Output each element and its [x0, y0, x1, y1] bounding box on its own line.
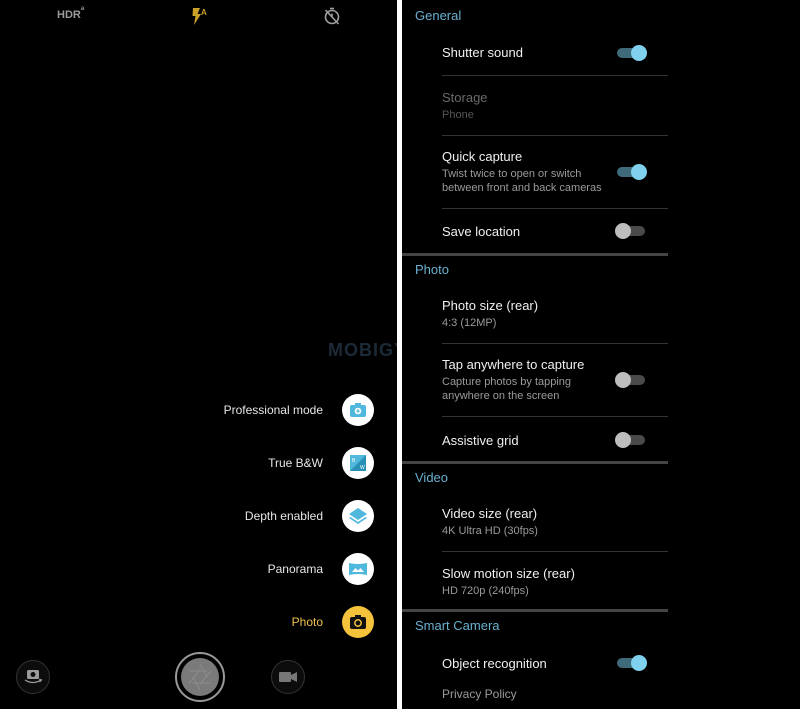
- shutter-button[interactable]: [175, 652, 225, 702]
- flash-toggle[interactable]: A: [190, 6, 210, 25]
- switch-camera-button[interactable]: [16, 660, 50, 694]
- divider: [442, 551, 668, 552]
- panorama-icon: [342, 553, 374, 585]
- svg-text:W: W: [360, 465, 365, 471]
- switch-camera-icon: [24, 670, 43, 684]
- video-camera-icon: [279, 672, 297, 682]
- hdr-label: HDR: [57, 9, 81, 21]
- layers-icon: [342, 500, 374, 532]
- section-title-smart-camera: Smart Camera: [415, 618, 500, 633]
- divider: [442, 135, 668, 136]
- assistive-grid-toggle[interactable]: [615, 432, 647, 448]
- flash-auto-icon: A: [192, 8, 207, 25]
- camera-viewfinder[interactable]: HDRa A MOBIGYAAN Professional mode True …: [0, 0, 446, 709]
- setting-value: HD 720p (240fps): [442, 585, 529, 597]
- setting-title: Storage: [442, 90, 488, 105]
- privacy-policy-link[interactable]: Privacy Policy: [442, 687, 517, 701]
- section-title-video: Video: [415, 470, 449, 485]
- video-mode-button[interactable]: [271, 660, 305, 694]
- timer-off-icon: [324, 7, 340, 25]
- mode-label: Professional mode: [223, 403, 323, 417]
- setting-slow-motion-size[interactable]: Slow motion size (rear) HD 720p (240fps): [442, 566, 668, 598]
- shutter-sound-toggle[interactable]: [615, 45, 647, 61]
- setting-title: Photo size (rear): [442, 298, 539, 313]
- section-title-general: General: [415, 8, 462, 23]
- setting-video-size[interactable]: Video size (rear) 4K Ultra HD (30fps): [442, 506, 668, 538]
- timer-toggle[interactable]: [322, 6, 342, 25]
- mode-label: Photo: [291, 615, 323, 629]
- object-recognition-toggle[interactable]: [615, 655, 647, 671]
- mode-panorama[interactable]: Panorama: [268, 553, 374, 585]
- quick-capture-toggle[interactable]: [615, 164, 647, 180]
- divider: [442, 208, 668, 209]
- tap-anywhere-toggle[interactable]: [615, 372, 647, 388]
- mode-label: Panorama: [267, 562, 323, 576]
- camera-plus-icon: [342, 394, 374, 426]
- setting-description: Capture photos by tapping anywhere on th…: [442, 376, 572, 402]
- mode-depth[interactable]: Depth enabled: [245, 500, 374, 532]
- mode-photo[interactable]: Photo: [292, 606, 374, 638]
- flash-mode-label: A: [201, 8, 207, 17]
- save-location-toggle[interactable]: [615, 223, 647, 239]
- mode-label: True B&W: [268, 456, 323, 470]
- section-title-photo: Photo: [415, 262, 449, 277]
- setting-title: Video size (rear): [442, 506, 538, 521]
- camera-icon: [342, 606, 374, 638]
- aperture-icon: [181, 658, 219, 696]
- mode-professional[interactable]: Professional mode: [224, 394, 374, 426]
- setting-title: Quick capture: [442, 149, 523, 164]
- mode-true-bw[interactable]: True B&W BW: [268, 447, 374, 479]
- setting-photo-size[interactable]: Photo size (rear) 4:3 (12MP): [442, 298, 668, 330]
- section-divider: [402, 609, 668, 612]
- camera-settings: General Shutter sound Storage Phone Quic…: [402, 0, 800, 709]
- section-divider: [402, 461, 668, 464]
- setting-value: 4K Ultra HD (30fps): [442, 525, 538, 537]
- setting-value: 4:3 (12MP): [442, 317, 497, 329]
- divider: [442, 343, 668, 344]
- hdr-toggle[interactable]: HDRa: [57, 6, 85, 27]
- bw-filter-icon: BW: [342, 447, 374, 479]
- hdr-badge: a: [80, 6, 85, 13]
- mode-label: Depth enabled: [244, 509, 323, 523]
- setting-description: Twist twice to open or switch between fr…: [442, 168, 602, 194]
- setting-value: Phone: [442, 109, 474, 121]
- setting-storage: Storage Phone: [442, 90, 668, 122]
- divider: [442, 416, 668, 417]
- divider: [442, 75, 668, 76]
- section-divider: [402, 253, 668, 256]
- setting-title: Tap anywhere to capture: [442, 357, 585, 372]
- setting-title: Slow motion size (rear): [442, 566, 575, 581]
